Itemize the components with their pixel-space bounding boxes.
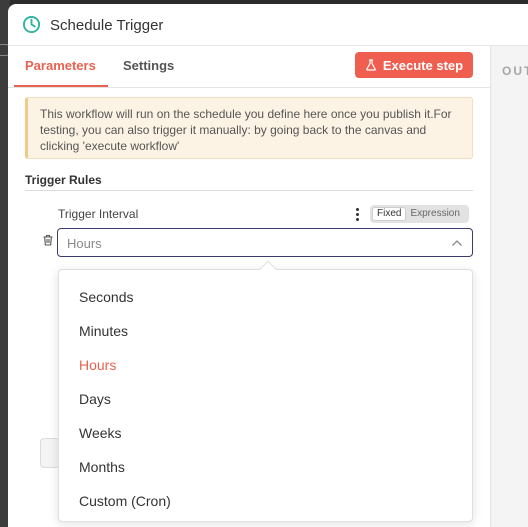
- output-pane: OUTPUT: [490, 46, 528, 527]
- interval-dropdown: Seconds Minutes Hours Days Weeks Months …: [58, 260, 473, 522]
- tab-parameters[interactable]: Parameters: [25, 58, 96, 73]
- output-pane-label: OUTPUT: [502, 64, 528, 78]
- option-days[interactable]: Days: [79, 391, 111, 407]
- publish-notice: This workflow will run on the schedule y…: [25, 97, 473, 159]
- option-custom-cron[interactable]: Custom (Cron): [79, 493, 171, 509]
- add-rule-button[interactable]: [40, 438, 60, 468]
- panel-title: Schedule Trigger: [50, 17, 164, 34]
- trash-icon[interactable]: [42, 234, 54, 246]
- trigger-rules-heading: Trigger Rules: [25, 173, 102, 187]
- field-options-icon[interactable]: [354, 207, 360, 223]
- publish-notice-text: This workflow will run on the schedule y…: [40, 107, 452, 153]
- option-months[interactable]: Months: [79, 459, 125, 475]
- node-details-panel: Schedule Trigger Parameters Settings Exe…: [8, 4, 528, 527]
- active-tab-indicator: [14, 85, 108, 87]
- option-seconds[interactable]: Seconds: [79, 289, 133, 305]
- dropdown-arrow: [259, 260, 277, 278]
- option-minutes[interactable]: Minutes: [79, 323, 128, 339]
- toggle-expression[interactable]: Expression: [406, 207, 463, 221]
- chevron-up-icon: [452, 240, 462, 246]
- fixed-expression-toggle: Fixed Expression: [370, 205, 469, 223]
- tab-settings[interactable]: Settings: [123, 58, 174, 73]
- toggle-fixed[interactable]: Fixed: [372, 207, 407, 221]
- panel-header: Schedule Trigger: [8, 4, 528, 46]
- flask-icon: [366, 59, 376, 71]
- execute-step-button[interactable]: Execute step: [355, 52, 473, 78]
- trigger-interval-value: Hours: [67, 236, 102, 251]
- option-hours[interactable]: Hours: [79, 357, 116, 373]
- clock-icon: [22, 15, 41, 34]
- trigger-interval-label: Trigger Interval: [58, 207, 139, 221]
- trigger-interval-select[interactable]: Hours: [57, 228, 473, 257]
- execute-step-label: Execute step: [382, 57, 464, 73]
- section-divider: [25, 190, 473, 191]
- option-weeks[interactable]: Weeks: [79, 425, 122, 441]
